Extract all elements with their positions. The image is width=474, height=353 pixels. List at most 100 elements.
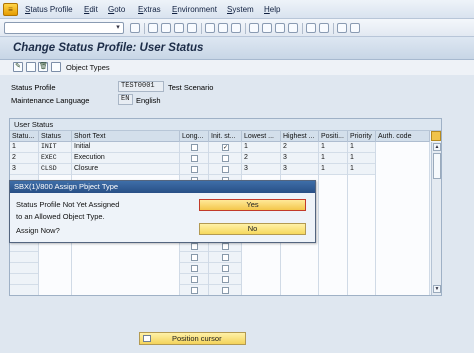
scroll-up-icon[interactable]: ▲	[433, 143, 441, 151]
menu-environment[interactable]: Environment	[172, 5, 217, 14]
cell-auth[interactable]	[376, 186, 430, 197]
cell-prio[interactable]	[348, 186, 376, 197]
cell-pos[interactable]	[319, 197, 348, 208]
long-text-checkbox[interactable]	[191, 287, 198, 294]
long-text-checkbox[interactable]	[191, 254, 198, 261]
shortcut-icon[interactable]	[319, 23, 329, 33]
col-header-auth-code[interactable]: Auth. code	[376, 131, 430, 142]
col-header-position[interactable]: Positi...	[319, 131, 348, 142]
cell-pos[interactable]	[319, 285, 348, 295]
help-icon[interactable]	[337, 23, 347, 33]
table-row[interactable]	[10, 263, 430, 274]
cell-lowest[interactable]	[242, 263, 281, 274]
cell-init[interactable]: ✓	[209, 142, 242, 153]
cell-pos[interactable]	[319, 274, 348, 285]
cell-pos[interactable]: 1	[319, 153, 348, 164]
col-header-status[interactable]: Status	[39, 131, 72, 142]
cell-lowest[interactable]	[242, 252, 281, 263]
object-types-button[interactable]: Object Types	[66, 63, 110, 72]
initial-status-checkbox[interactable]	[222, 166, 229, 173]
col-header-highest[interactable]: Highest ...	[281, 131, 319, 142]
enter-icon[interactable]	[130, 23, 140, 33]
position-cursor-button[interactable]: Position cursor	[139, 332, 246, 345]
cell-long[interactable]	[180, 263, 209, 274]
command-field[interactable]: ▾	[4, 22, 124, 34]
cell-auth[interactable]	[376, 285, 430, 295]
cell-text[interactable]	[72, 285, 180, 295]
cell-auth[interactable]	[376, 164, 430, 175]
cell-highest[interactable]: 3	[281, 153, 319, 164]
cell-init[interactable]	[209, 252, 242, 263]
next-page-icon[interactable]	[275, 23, 285, 33]
sap-menu-icon[interactable]: ≡	[3, 3, 18, 16]
col-header-lowest[interactable]: Lowest ...	[242, 131, 281, 142]
cell-auth[interactable]	[376, 153, 430, 164]
cell-lowest[interactable]	[242, 274, 281, 285]
menu-edit[interactable]: Edit	[84, 5, 98, 14]
cell-pos[interactable]	[319, 219, 348, 230]
yes-button[interactable]: Yes	[199, 199, 306, 211]
back-icon[interactable]	[161, 23, 171, 33]
col-header-priority[interactable]: Priority	[348, 131, 376, 142]
cell-text[interactable]	[72, 252, 180, 263]
cell-num[interactable]	[10, 252, 39, 263]
cell-init[interactable]	[209, 285, 242, 295]
cell-lowest[interactable]: 1	[242, 142, 281, 153]
cell-auth[interactable]	[376, 197, 430, 208]
long-text-checkbox[interactable]	[191, 144, 198, 151]
cell-init[interactable]	[209, 263, 242, 274]
first-page-icon[interactable]	[249, 23, 259, 33]
cell-status[interactable]: EXEC	[39, 153, 72, 164]
col-header-short-text[interactable]: Short Text	[72, 131, 180, 142]
initial-status-checkbox[interactable]	[222, 155, 229, 162]
cell-long[interactable]	[180, 153, 209, 164]
cell-text[interactable]	[72, 274, 180, 285]
cell-lowest[interactable]: 3	[242, 164, 281, 175]
long-text-checkbox[interactable]	[191, 166, 198, 173]
cell-pos[interactable]	[319, 186, 348, 197]
cell-auth[interactable]	[376, 274, 430, 285]
cell-highest[interactable]	[281, 274, 319, 285]
cell-num[interactable]	[10, 263, 39, 274]
cell-auth[interactable]	[376, 175, 430, 186]
cell-prio[interactable]: 1	[348, 164, 376, 175]
initial-status-checkbox[interactable]	[222, 265, 229, 272]
cell-init[interactable]	[209, 153, 242, 164]
cell-pos[interactable]	[319, 241, 348, 252]
cell-lowest[interactable]	[242, 285, 281, 295]
cell-long[interactable]	[180, 274, 209, 285]
cell-highest[interactable]	[281, 285, 319, 295]
cell-auth[interactable]	[376, 142, 430, 153]
cell-prio[interactable]	[348, 175, 376, 186]
table-row[interactable]	[10, 285, 430, 295]
long-text-checkbox[interactable]	[191, 155, 198, 162]
table-row[interactable]	[10, 252, 430, 263]
menu-help[interactable]: Help	[264, 5, 280, 14]
chevron-down-icon[interactable]: ▾	[113, 23, 123, 33]
cell-status[interactable]	[39, 285, 72, 295]
initial-status-checkbox[interactable]	[222, 287, 229, 294]
cell-pos[interactable]	[319, 175, 348, 186]
cell-status[interactable]	[39, 263, 72, 274]
last-page-icon[interactable]	[288, 23, 298, 33]
cell-pos[interactable]	[319, 230, 348, 241]
cell-prio[interactable]	[348, 263, 376, 274]
cell-prio[interactable]	[348, 241, 376, 252]
cell-long[interactable]	[180, 142, 209, 153]
new-session-icon[interactable]	[306, 23, 316, 33]
no-button[interactable]: No	[199, 223, 306, 235]
cell-auth[interactable]	[376, 230, 430, 241]
find-next-icon[interactable]	[231, 23, 241, 33]
display-change-icon[interactable]: ✎	[13, 62, 23, 72]
cell-prio[interactable]	[348, 252, 376, 263]
cell-status[interactable]: INIT	[39, 142, 72, 153]
cell-num[interactable]: 1	[10, 142, 39, 153]
menu-status-profile[interactable]: Status Profile	[25, 5, 73, 14]
initial-status-checkbox[interactable]	[222, 254, 229, 261]
cell-num[interactable]	[10, 274, 39, 285]
copy-icon[interactable]	[51, 62, 61, 72]
print-icon[interactable]	[205, 23, 215, 33]
cell-text[interactable]: Closure	[72, 164, 180, 175]
cell-text[interactable]: Execution	[72, 153, 180, 164]
menu-goto[interactable]: Goto	[108, 5, 125, 14]
